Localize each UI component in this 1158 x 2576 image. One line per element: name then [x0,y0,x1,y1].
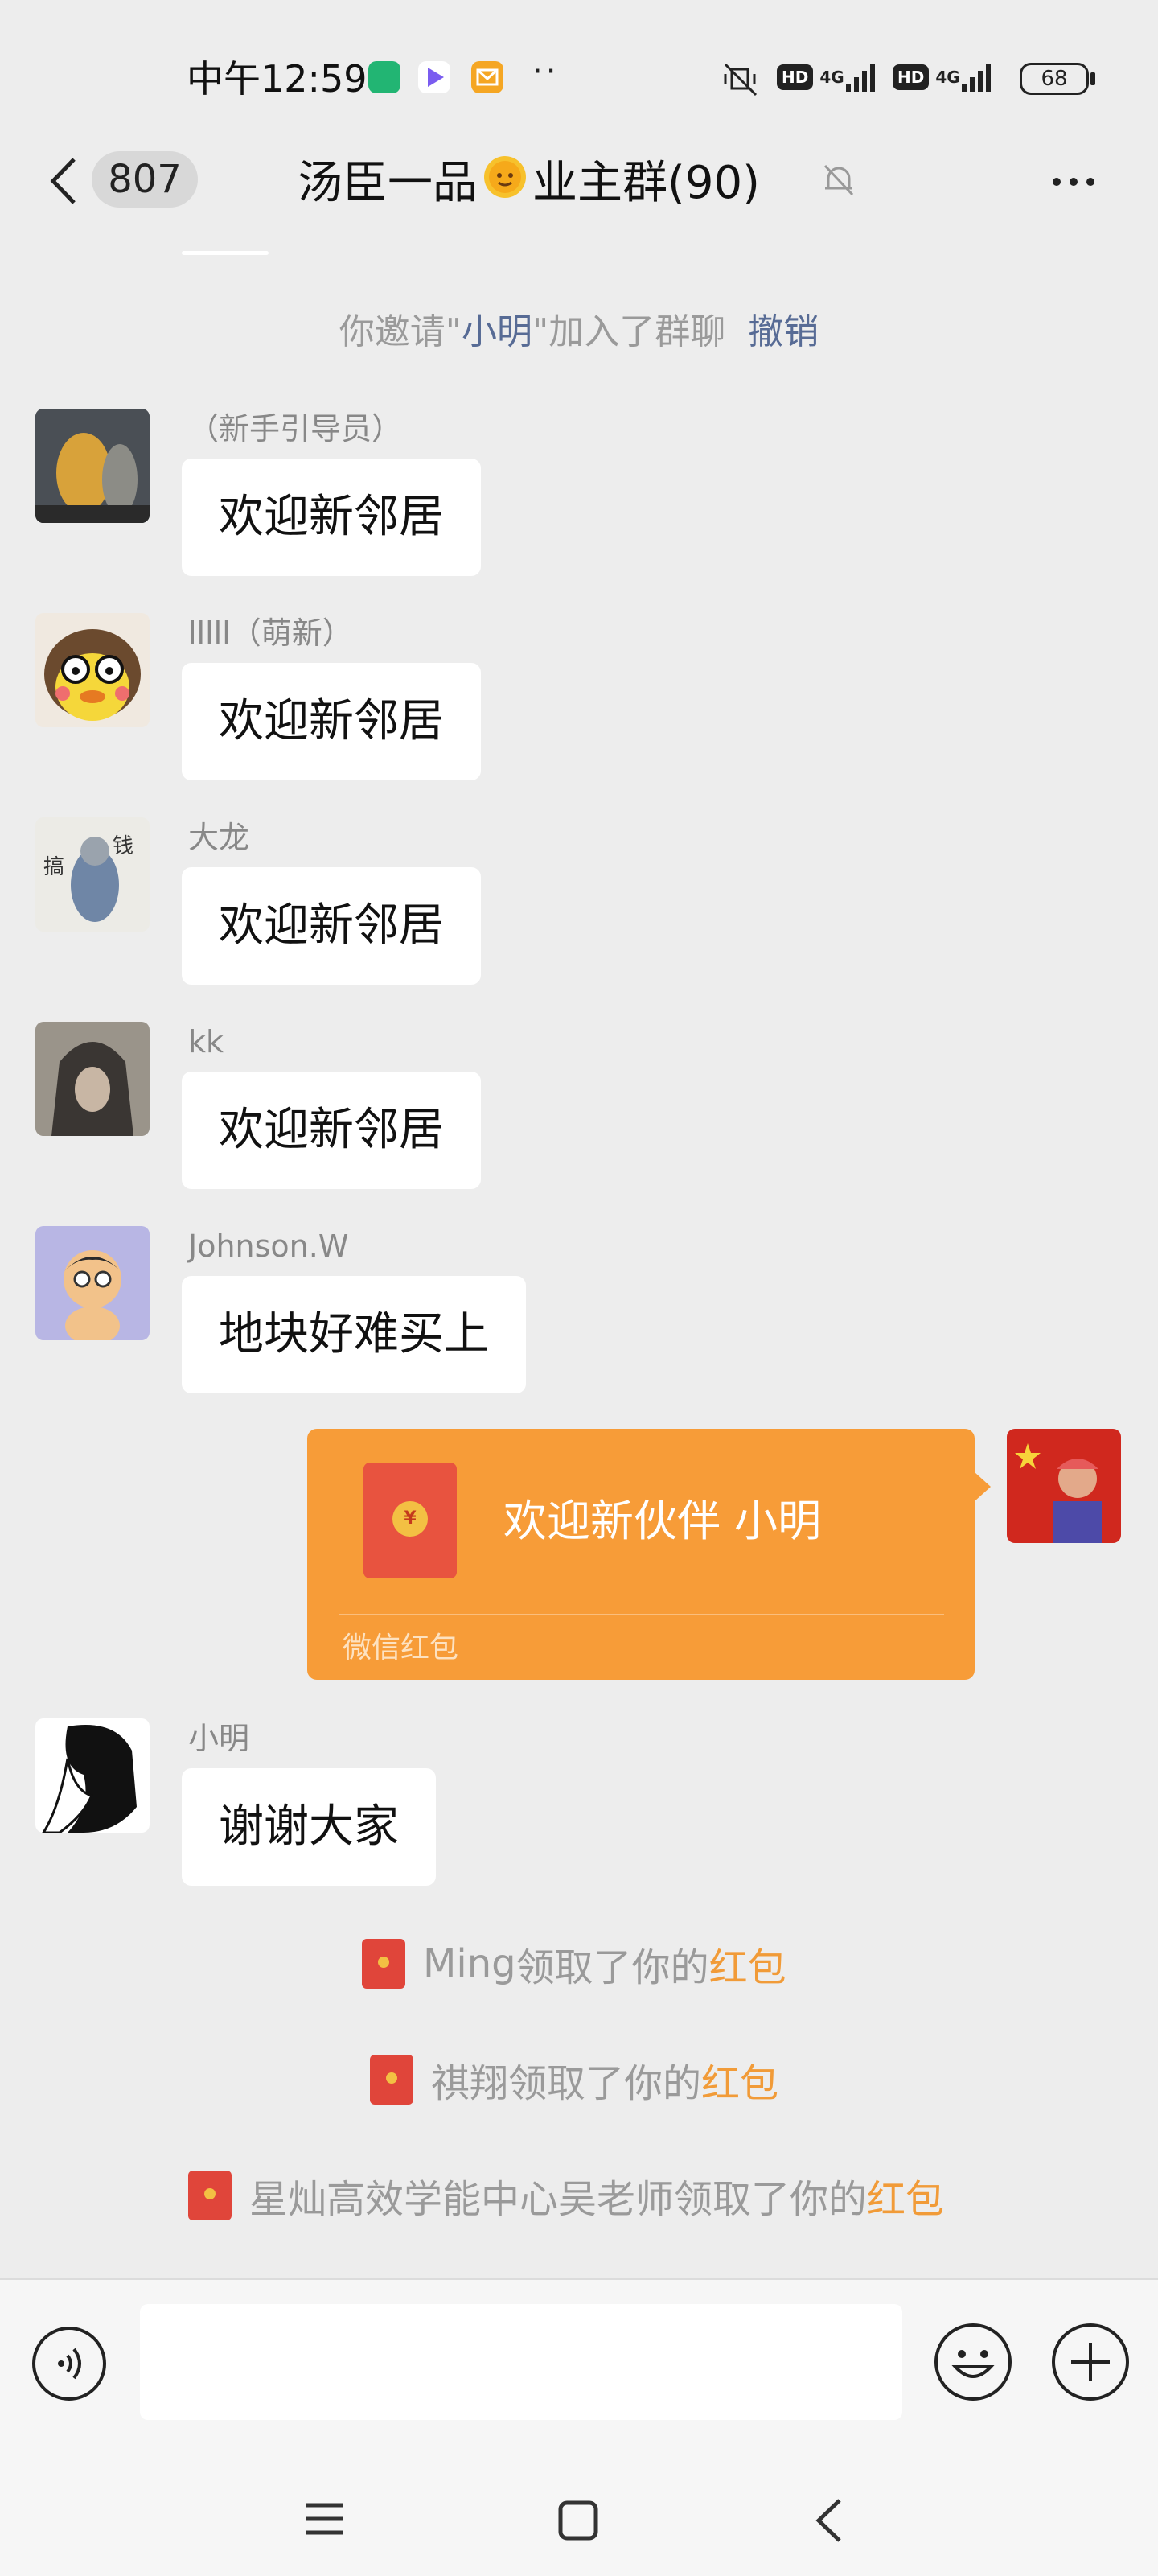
back-arrow-icon [50,158,76,204]
chat-title-part1: 汤臣一品 [298,157,478,209]
sender-name: kk [188,1024,224,1060]
app-video-icon [418,61,450,93]
red-packet-title: 欢迎新伙伴 小明 [503,1496,822,1546]
svg-text:钱: 钱 [113,834,133,858]
signal-group-2: HD 4G [893,60,996,95]
invite-notice: 你邀请"小明"加入了群聊 撤销 [0,304,1158,360]
packet-divider [339,1614,944,1615]
red-packet-icon [362,1939,405,1989]
avatar[interactable] [35,409,150,523]
status-time: 中午12:59 [187,57,368,101]
network-label: 4G [935,68,960,87]
avatar[interactable]: 搞钱 [35,817,150,932]
receipt-notice: 星灿高效学能中心吴老师 领取了你的 红包 [188,2167,944,2224]
voice-button[interactable] [31,2325,108,2402]
red-packet-icon [188,2171,232,2220]
red-packet-link[interactable]: 红包 [709,1936,786,1992]
battery-tip [1090,72,1095,85]
avatar[interactable] [35,1226,150,1340]
mute-bell-icon [817,158,860,201]
app-mail-icon [471,61,503,93]
signal-group-1: HD 4G [777,60,880,95]
more-features-button[interactable] [1050,2322,1131,2402]
emoji-button[interactable] [933,2322,1013,2402]
signal-icon [961,64,991,92]
app-shield-icon [368,61,400,93]
receipt-action: 领取了你的 [515,1945,709,1990]
nav-home-icon [558,2500,598,2541]
signal-icon [845,64,875,92]
voice-icon [32,2327,106,2401]
sender-name: 小明 [188,1721,250,1756]
message-bubble[interactable]: 欢迎新邻居 [182,663,481,780]
sender-name: lllll（萌新） [188,615,353,651]
nav-menu-icon [306,2503,343,2535]
sender-name: （新手引导员） [188,411,403,446]
avatar[interactable] [35,1022,150,1136]
red-packet-icon [370,2055,413,2105]
undo-invite-link[interactable]: 撤销 [748,311,819,352]
back-button[interactable] [40,153,88,209]
self-avatar[interactable] [1007,1429,1121,1543]
receipt-name: 星灿高效学能中心吴老师 [249,2177,675,2222]
vibrate-mute-icon [719,58,761,100]
chat-title-part2: 业主群(90) [532,157,760,209]
hd-badge: HD [893,64,930,90]
network-label: 4G [819,68,844,87]
red-packet-label: 微信红包 [343,1632,459,1665]
message-bubble[interactable]: 谢谢大家 [182,1768,436,1886]
message-bubble[interactable]: 欢迎新邻居 [182,867,481,985]
emoji-icon [934,2323,1012,2401]
message-bubble[interactable]: 地块好难买上 [182,1276,526,1393]
message-bubble[interactable]: 欢迎新邻居 [182,459,481,576]
more-icon [1053,178,1094,186]
receipt-action: 领取了你的 [674,2177,868,2222]
sender-name: Johnson.W [188,1228,349,1264]
packet-seal: ¥ [392,1501,428,1537]
nav-menu-button[interactable] [302,2499,346,2539]
message-bubble[interactable]: 欢迎新邻居 [182,1072,481,1189]
receipt-action: 领取了你的 [508,2061,702,2106]
unread-count-badge[interactable]: 807 [92,151,198,208]
nav-home-button[interactable] [556,2499,600,2542]
receipt-notice: 祺翔 领取了你的 红包 [370,2051,778,2108]
invite-suffix: "加入了群聊 [532,311,726,352]
red-packet-link[interactable]: 红包 [701,2051,778,2108]
receipt-name: 祺翔 [431,2061,509,2106]
red-packet-message[interactable]: ¥ 欢迎新伙伴 小明 微信红包 [307,1429,975,1680]
hd-badge: HD [777,64,814,90]
message-input[interactable] [140,2304,902,2420]
more-notifications-icon: ·· [532,53,560,90]
avatar[interactable] [35,613,150,727]
nav-back-button[interactable] [811,2496,846,2545]
red-packet-icon: ¥ [363,1463,457,1578]
invited-user-link[interactable]: 小明 [462,311,532,352]
sun-emoji-icon [478,150,532,220]
avatar[interactable] [35,1718,150,1833]
sender-name: 大龙 [188,820,250,855]
bubble-tail [975,1472,991,1501]
nav-back-icon [815,2499,841,2542]
plus-icon [1052,2323,1129,2401]
chat-title: 汤臣一品 业主群(90) [298,150,760,220]
more-options-button[interactable] [1045,158,1102,206]
receipt-name: Ming [423,1941,516,1986]
input-bar [0,2278,1158,2576]
invite-prefix: 你邀请" [339,311,462,352]
svg-text:搞: 搞 [43,855,64,879]
receipt-notice: Ming 领取了你的 红包 [362,1936,786,1992]
scroll-indicator [182,251,269,255]
red-packet-link[interactable]: 红包 [867,2167,944,2224]
battery-indicator: 68 [1020,63,1089,95]
